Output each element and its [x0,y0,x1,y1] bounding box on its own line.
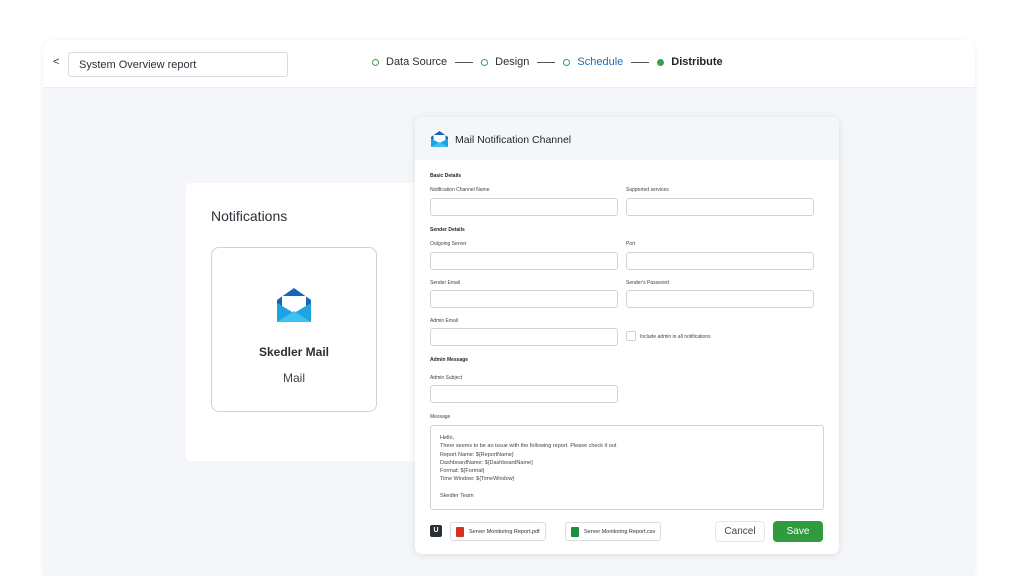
supported-services-field[interactable] [626,198,814,216]
step-dot-icon [563,58,571,66]
mail-envelope-icon [430,130,449,153]
attachment-name: Server Monitoring Report.csv [584,528,656,535]
attachment-csv[interactable]: Server Monitoring Report.csv [565,522,662,541]
report-name-input[interactable] [68,52,288,77]
message-line: Format: ${Format} [440,468,485,475]
include-admin-checkbox[interactable] [626,331,636,341]
channel-type: Mail [282,371,305,385]
port-field[interactable] [626,252,814,270]
csv-file-icon [571,526,579,537]
step-label: Distribute [671,56,723,68]
admin-subject-field[interactable] [430,385,618,403]
channel-name: Skedler Mail [258,345,330,359]
channel-name-label: Notification Channel Name [430,187,490,193]
message-line: Skedler Team [440,493,474,500]
message-line [440,484,814,492]
mail-channel-dialog: Mail Notification Channel Basic Details … [415,117,839,554]
message-line: Time Window: ${TimeWindow} [440,476,515,483]
step-data-source[interactable]: Data Source [372,56,447,68]
message-line: There seems to be an issue with the foll… [440,443,617,450]
message-line: DashboardName: ${DashboardName} [440,459,533,466]
step-divider [631,61,650,63]
message-line: Report Name: ${ReportName} [440,451,514,458]
dialog-header: Mail Notification Channel [415,117,839,160]
step-label: Data Source [386,56,448,68]
admin-email-field[interactable] [430,328,618,346]
wizard-steps: Data Source Design Schedule Distribute [372,56,723,68]
mail-envelope-icon [275,286,313,329]
back-button[interactable]: < [53,56,59,68]
cancel-button[interactable]: Cancel [715,521,765,542]
sender-email-field[interactable] [430,290,618,308]
top-bar: < Data Source Design Schedule Distribute [43,40,975,88]
step-dot-icon [481,58,489,66]
message-label: Message [430,414,451,420]
attachment-clip-icon[interactable]: U [430,525,442,537]
admin-subject-label: Admin Subject [430,375,463,381]
step-dot-icon [657,58,665,66]
dialog-title: Mail Notification Channel [455,134,572,146]
message-textarea[interactable]: Hello, There seems to be an issue with t… [430,425,824,510]
section-admin-message: Admin Message [430,357,469,363]
section-sender-details: Sender Details [430,227,465,233]
supported-services-label: Supported services [626,187,669,193]
step-schedule[interactable]: Schedule [563,56,623,68]
admin-email-label: Admin Email [430,318,459,324]
notifications-panel: Notifications Skedler Mail Mail [186,183,426,461]
sender-password-label: Sender's Password [626,280,669,286]
sender-password-field[interactable] [626,290,814,308]
step-label: Schedule [577,56,624,68]
save-button[interactable]: Save [773,521,823,542]
step-label: Design [495,56,530,68]
port-label: Port [626,241,636,247]
step-divider [455,61,474,63]
outgoing-server-label: Outgoing Server [430,241,467,247]
step-distribute[interactable]: Distribute [657,56,723,68]
app-window: < Data Source Design Schedule Distribute [43,40,975,576]
channel-name-field[interactable] [430,198,618,216]
step-dot-icon [372,58,379,66]
pdf-file-icon [456,526,464,537]
include-admin-label: Include admin in all notifications [640,334,711,340]
outgoing-server-field[interactable] [430,252,618,270]
attachment-pdf[interactable]: Server Monitoring Report.pdf [450,522,546,541]
notifications-title: Notifications [211,208,288,224]
channel-tile-skedler-mail[interactable]: Skedler Mail Mail [211,247,377,412]
step-divider [537,61,556,63]
attachment-name: Server Monitoring Report.pdf [469,528,540,535]
message-line: Hello, [440,435,455,441]
section-basic-details: Basic Details [430,173,462,179]
sender-email-label: Sender Email [430,280,461,286]
step-design[interactable]: Design [481,56,529,68]
